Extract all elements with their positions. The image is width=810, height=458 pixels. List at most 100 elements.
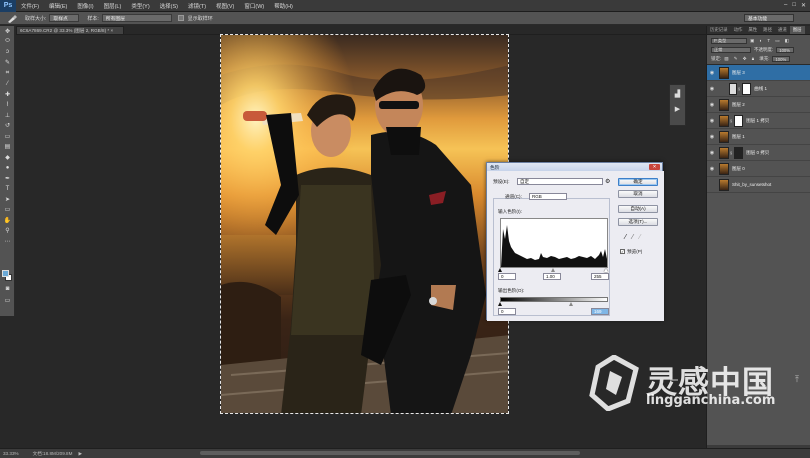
minimize-button[interactable]: – (784, 2, 787, 9)
dialog-title[interactable]: 色阶 (487, 163, 662, 171)
play-action-icon[interactable]: ▶ (670, 103, 685, 115)
shape-tool-icon[interactable]: ▭ (0, 205, 15, 216)
layer-row[interactable]: ◉ § 图层 1 拷贝 (707, 113, 810, 129)
pen-tool-icon[interactable]: ✒ (0, 173, 15, 184)
visibility-eye-icon[interactable]: ◉ (707, 70, 717, 76)
zoom-level[interactable]: 33.33% (3, 451, 19, 456)
tab-properties[interactable]: 属性 (745, 26, 760, 34)
menu-file[interactable]: 文件(F) (16, 2, 44, 10)
close-button[interactable]: ✕ (801, 2, 806, 9)
menu-layer[interactable]: 图层(L) (99, 2, 127, 10)
preset-select[interactable]: 自定 (517, 178, 603, 185)
blend-mode-select[interactable]: 正常 (711, 47, 751, 53)
layer-mask-thumbnail[interactable] (734, 114, 744, 127)
scroll-to-top-icon[interactable]: ⤒ (790, 374, 804, 388)
more-tools-icon[interactable]: ⋯ (0, 236, 15, 247)
layer-row[interactable]: ◉ 图层 1 (707, 129, 810, 145)
layer-name[interactable]: 图层 1 拷贝 (746, 118, 769, 124)
type-tool-icon[interactable]: T (0, 184, 15, 195)
input-gamma-slider[interactable] (551, 268, 555, 272)
black-point-eyedropper-icon[interactable]: ⁄ (625, 234, 626, 241)
zoom-tool-icon[interactable]: ⚲ (0, 226, 15, 237)
input-white-slider[interactable] (604, 268, 608, 272)
visibility-eye-icon[interactable]: ◉ (707, 166, 717, 172)
cancel-button[interactable]: 取消 (618, 190, 658, 198)
menu-filter[interactable]: 滤镜(T) (183, 2, 211, 10)
layer-mask-thumbnail[interactable] (734, 146, 744, 159)
healing-brush-tool-icon[interactable]: ✚ (0, 89, 15, 100)
input-black-slider[interactable] (498, 268, 502, 272)
quick-mask-icon[interactable]: ◙ (0, 284, 15, 295)
gray-point-eyedropper-icon[interactable]: ⁄ (632, 234, 633, 241)
horizontal-scrollbar[interactable] (140, 449, 660, 457)
menu-edit[interactable]: 编辑(E) (44, 2, 72, 10)
tab-actions[interactable]: 动作 (731, 26, 746, 34)
visibility-eye-icon[interactable]: ◉ (707, 102, 717, 108)
layer-row[interactable]: Shit_by_sunsetshot (707, 177, 810, 193)
histogram-panel-icon[interactable]: ▟ (670, 88, 685, 100)
menu-type[interactable]: 类型(Y) (126, 2, 154, 10)
menu-window[interactable]: 窗口(W) (239, 2, 269, 10)
menu-help[interactable]: 帮助(H) (269, 2, 298, 10)
menu-select[interactable]: 选择(S) (155, 2, 183, 10)
dialog-close-button[interactable]: ✕ (649, 164, 660, 170)
output-black-slider[interactable] (498, 302, 502, 306)
visibility-eye-icon[interactable]: ◉ (707, 150, 717, 156)
preview-checkbox[interactable]: ✓ (620, 249, 625, 254)
layer-name[interactable]: 图层 2 (732, 102, 745, 108)
foreground-color-swatch[interactable] (2, 270, 9, 277)
history-brush-tool-icon[interactable]: ↺ (0, 121, 15, 132)
tab-layers[interactable]: 图层 (789, 26, 805, 34)
layer-row[interactable]: ◉ 图层 0 (707, 161, 810, 177)
output-white-slider[interactable] (569, 302, 573, 306)
layer-name[interactable]: 图层 3 (732, 70, 745, 76)
input-white-field[interactable]: 255 (591, 273, 609, 280)
sample-size-select[interactable]: 取样点 (49, 14, 80, 22)
layer-row[interactable]: ◉ § 图层 0 拷贝 (707, 145, 810, 161)
options-button[interactable]: 选项(T)... (618, 218, 658, 226)
layer-name[interactable]: 图层 0 (732, 166, 745, 172)
crop-tool-icon[interactable]: ⌗ (0, 68, 15, 79)
move-tool-icon[interactable]: ✥ (0, 26, 15, 37)
menu-view[interactable]: 视图(V) (211, 2, 239, 10)
lasso-tool-icon[interactable]: ↄ (0, 47, 15, 58)
auto-button[interactable]: 自动(A) (618, 205, 658, 213)
layer-name[interactable]: 图层 0 拷贝 (746, 150, 769, 156)
channel-select[interactable]: RGB (529, 193, 567, 200)
fill-input[interactable]: 100% (772, 56, 791, 62)
opacity-input[interactable]: 100% (776, 47, 795, 53)
hand-tool-icon[interactable]: ✋ (0, 215, 15, 226)
white-point-eyedropper-icon[interactable]: ⁄ (639, 234, 640, 241)
brush-tool-icon[interactable]: ⌇ (0, 100, 15, 111)
tab-channels[interactable]: 通道 (775, 26, 790, 34)
layer-row[interactable]: ◉ 图层 3 (707, 65, 810, 81)
output-white-field[interactable]: 169 (591, 308, 609, 315)
output-black-field[interactable]: 0 (498, 308, 516, 315)
tab-paths[interactable]: 路径 (760, 26, 775, 34)
workspace-select[interactable]: 基本功能 (744, 14, 794, 22)
dodge-tool-icon[interactable]: ● (0, 163, 15, 174)
scrollbar-thumb[interactable] (200, 451, 580, 455)
tab-history[interactable]: 历史记录 (707, 26, 731, 34)
marquee-tool-icon[interactable]: ⬭ (0, 37, 15, 48)
layer-mask-thumbnail[interactable] (742, 82, 752, 95)
maximize-button[interactable]: □ (792, 2, 796, 9)
preset-options-icon[interactable]: ⚙ (605, 178, 610, 185)
screen-mode-icon[interactable]: ▭ (0, 295, 15, 306)
blur-tool-icon[interactable]: ◆ (0, 152, 15, 163)
sample-select[interactable]: 所有图层 (101, 14, 172, 22)
layer-name[interactable]: Shit_by_sunsetshot (732, 182, 771, 187)
eyedropper-tool-icon[interactable]: ⁄ (0, 79, 15, 90)
menu-image[interactable]: 图像(I) (72, 2, 98, 10)
clone-stamp-tool-icon[interactable]: ⊥ (0, 110, 15, 121)
lock-icons[interactable]: ▨ ✎ ✥ 🔒︎ (724, 56, 756, 62)
eyedropper-tool-preset-icon[interactable] (3, 13, 21, 24)
layer-row[interactable]: ◉ 图层 2 (707, 97, 810, 113)
status-menu-arrow-icon[interactable]: ▶ (78, 451, 82, 457)
ok-button[interactable]: 确定 (618, 178, 658, 186)
input-black-field[interactable]: 0 (498, 273, 516, 280)
layer-row[interactable]: ◉ § 曲线 1 (707, 81, 810, 97)
visibility-eye-icon[interactable]: ◉ (707, 134, 717, 140)
layer-name[interactable]: 曲线 1 (754, 86, 767, 92)
show-ring-checkbox[interactable] (177, 15, 184, 21)
